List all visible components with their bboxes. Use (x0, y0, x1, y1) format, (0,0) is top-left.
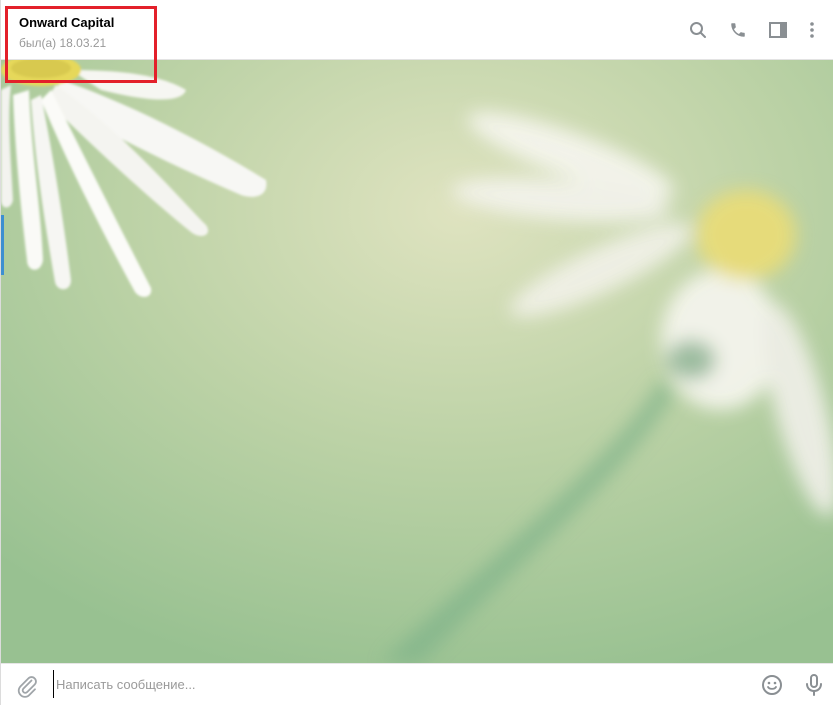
call-button[interactable] (718, 10, 758, 50)
voice-record-button[interactable] (802, 673, 826, 697)
chat-last-seen-status: был(а) 18.03.21 (19, 36, 107, 50)
paperclip-icon (17, 676, 37, 698)
sidebar-toggle-icon (769, 22, 787, 38)
chat-title[interactable]: Onward Capital (19, 15, 114, 30)
chat-messages-area[interactable] (1, 60, 833, 663)
search-icon (690, 22, 706, 38)
chat-header: Onward Capital был(а) 18.03.21 (1, 0, 833, 60)
microphone-icon (806, 674, 822, 696)
search-button[interactable] (678, 10, 718, 50)
left-edge-accent (1, 215, 4, 275)
header-actions (678, 0, 826, 60)
emoji-button[interactable] (760, 673, 784, 697)
chat-window: Onward Capital был(а) 18.03.21 (0, 0, 833, 705)
emoji-smile-icon (762, 675, 782, 695)
daisy-wallpaper (1, 60, 833, 663)
phone-icon (731, 23, 745, 37)
more-vertical-icon (810, 22, 814, 38)
more-menu-button[interactable] (798, 10, 826, 50)
toggle-sidebar-button[interactable] (758, 10, 798, 50)
message-composer (1, 663, 833, 705)
attach-button[interactable] (15, 674, 39, 698)
message-input[interactable] (53, 670, 736, 698)
